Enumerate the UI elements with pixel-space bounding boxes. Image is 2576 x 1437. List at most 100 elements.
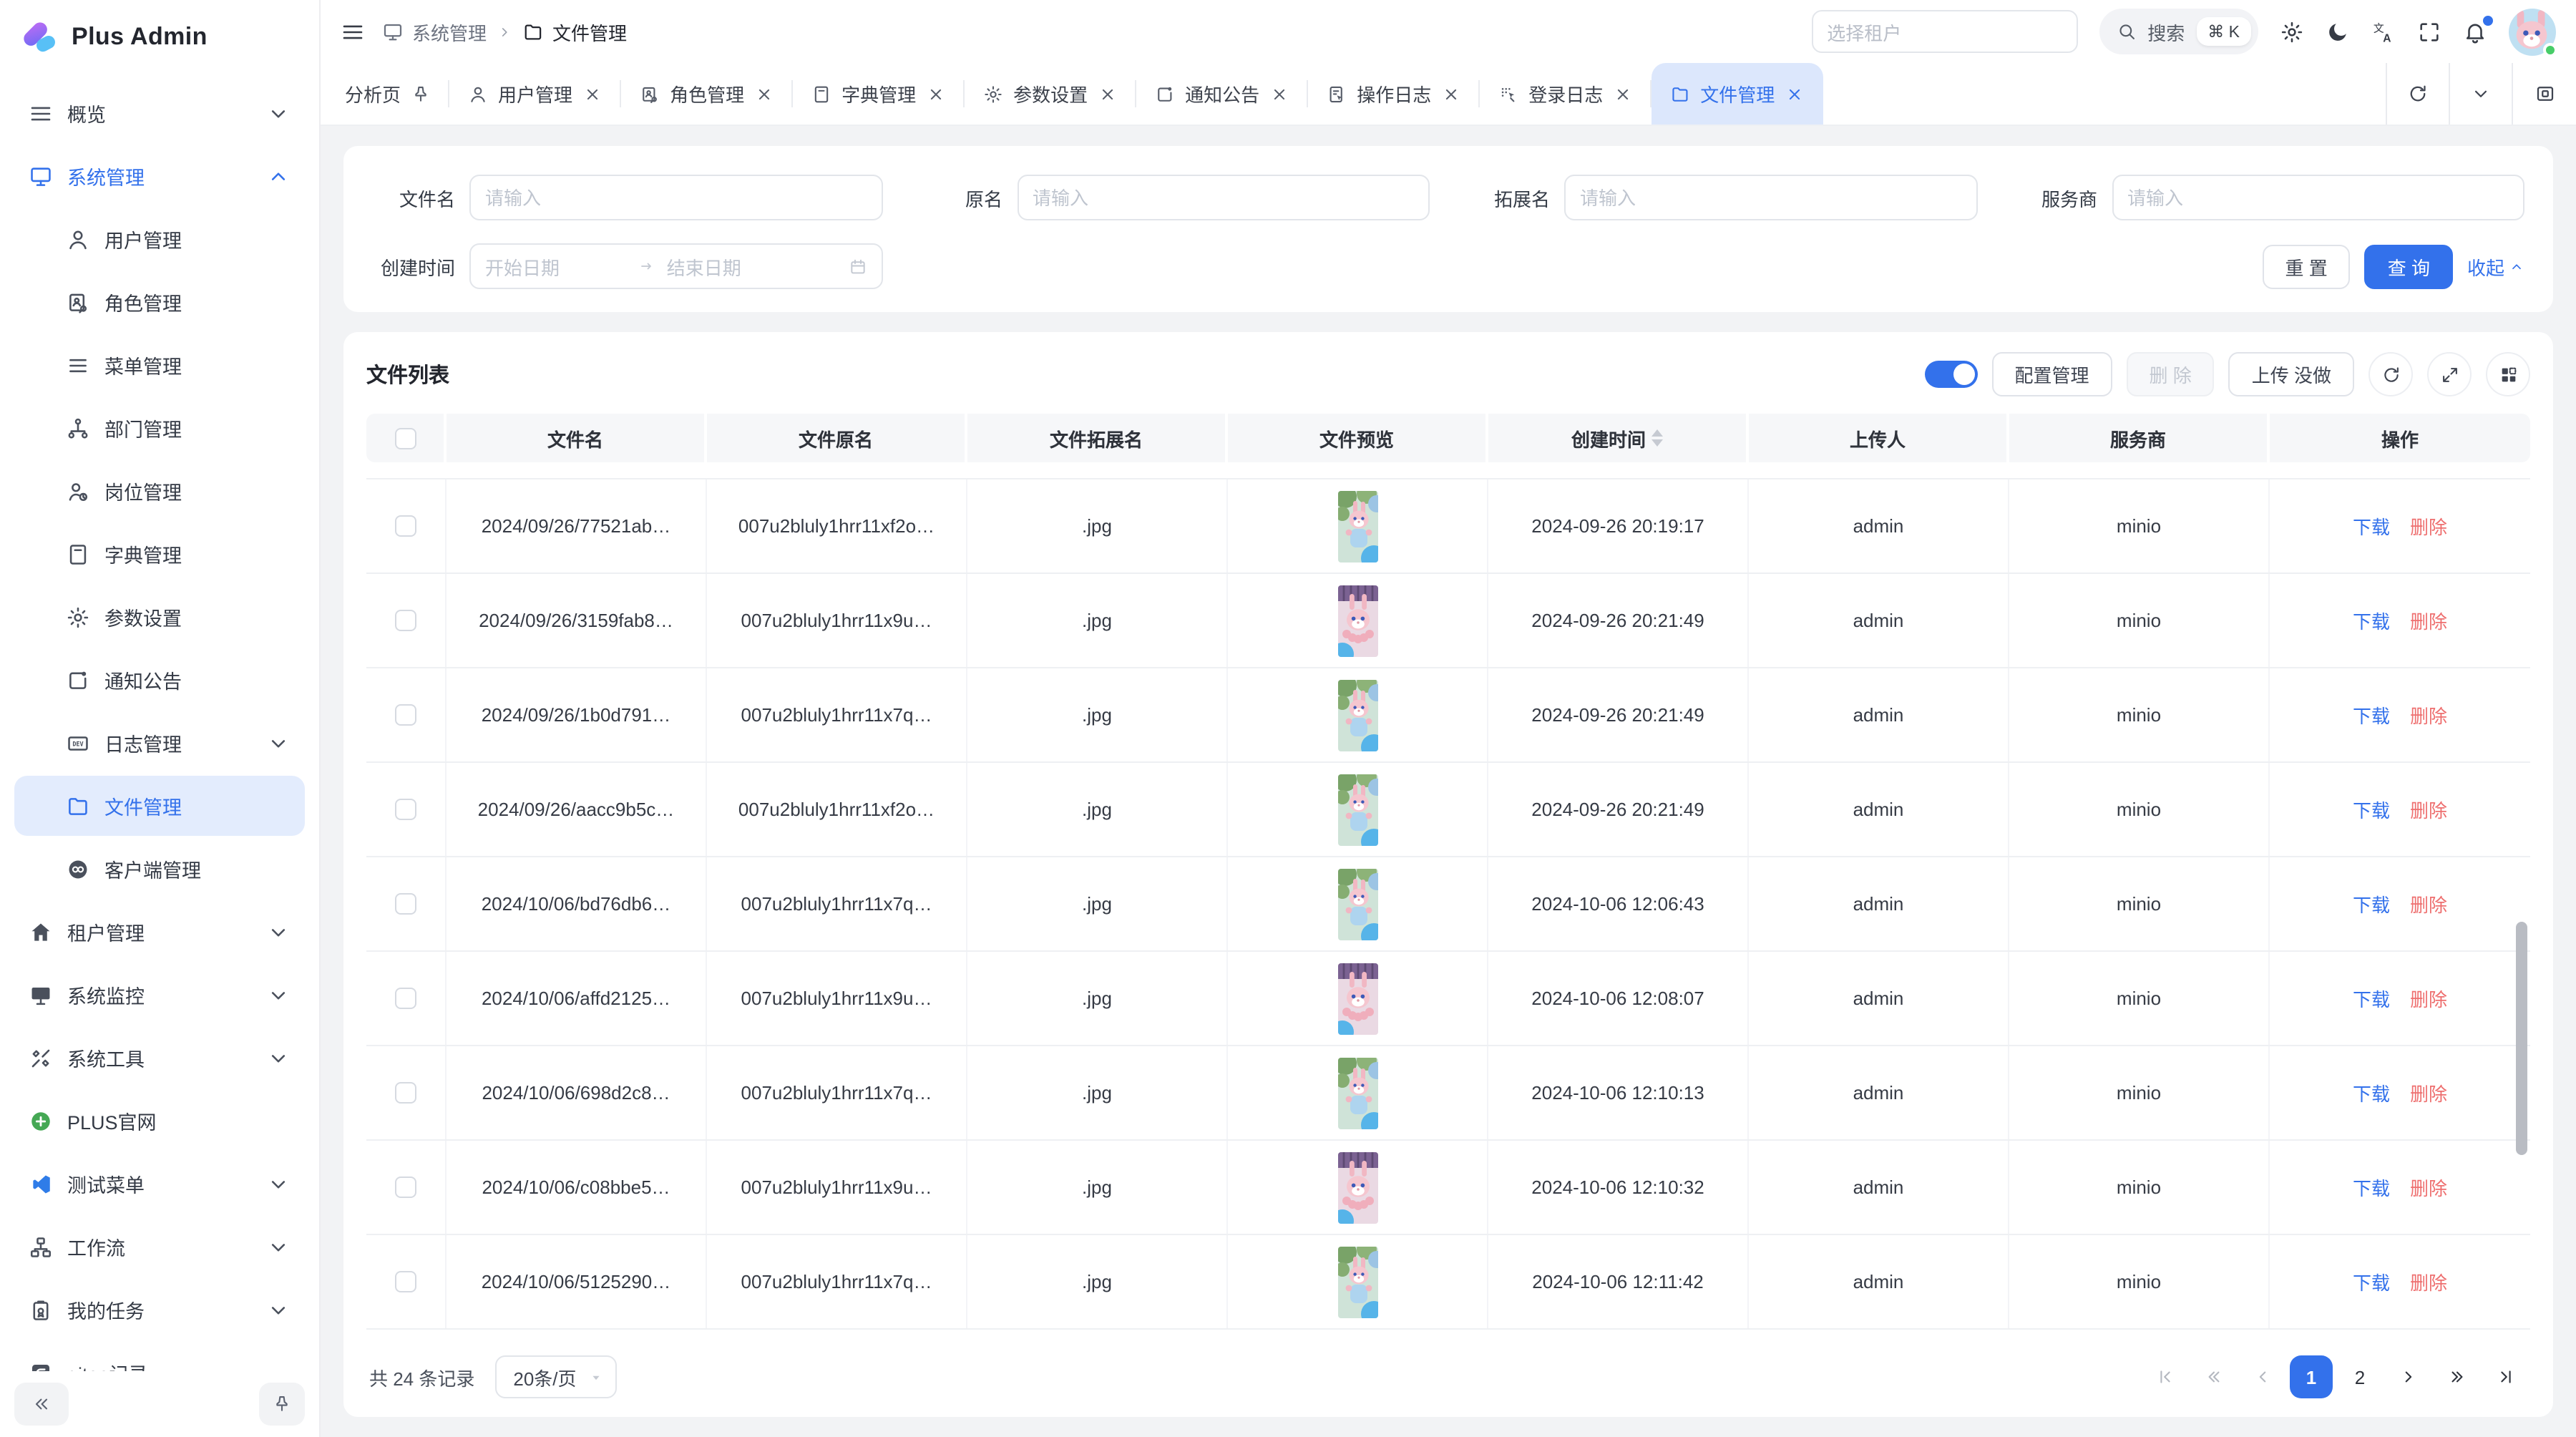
delete-link[interactable]: 删除 xyxy=(2410,1174,2447,1201)
sidebar-item-notice[interactable]: 通知公告 xyxy=(14,650,305,710)
row-checkbox[interactable] xyxy=(395,1082,416,1104)
sidebar-item-test-menu[interactable]: 测试菜单 xyxy=(14,1154,305,1214)
row-checkbox[interactable] xyxy=(395,515,416,537)
breadcrumb-item-file-management[interactable]: 文件管理 xyxy=(522,18,627,45)
preview-cell[interactable] xyxy=(1228,479,1488,573)
sidebar-item-menu[interactable]: 菜单管理 xyxy=(14,335,305,395)
sidebar-item-system[interactable]: 系统管理 xyxy=(14,146,305,206)
menu-toggle-button[interactable] xyxy=(341,19,365,44)
tab-list-button[interactable] xyxy=(2450,63,2513,125)
page-number-1[interactable]: 1 xyxy=(2290,1355,2333,1398)
settings-button[interactable] xyxy=(2280,19,2304,44)
sidebar-collapse-button[interactable] xyxy=(14,1383,69,1426)
delete-link[interactable]: 删除 xyxy=(2410,701,2447,729)
download-link[interactable]: 下载 xyxy=(2353,701,2390,729)
table-scrollbar[interactable] xyxy=(2516,922,2527,1155)
sidebar-item-role[interactable]: 角色管理 xyxy=(14,272,305,332)
delete-button[interactable]: 删 除 xyxy=(2127,352,2215,396)
sort-control[interactable] xyxy=(1652,429,1663,447)
next-jump-button[interactable] xyxy=(2436,1355,2479,1398)
tab-role[interactable]: 角色管理 xyxy=(621,63,793,125)
tab-close[interactable] xyxy=(926,84,946,104)
column-settings-button[interactable] xyxy=(2486,352,2530,396)
fullscreen-button[interactable] xyxy=(2417,19,2441,44)
sidebar-item-file[interactable]: 文件管理 xyxy=(14,776,305,836)
delete-link[interactable]: 删除 xyxy=(2410,1268,2447,1295)
dark-mode-button[interactable] xyxy=(2326,19,2350,44)
row-checkbox[interactable] xyxy=(395,610,416,631)
sidebar-item-tenant[interactable]: 租户管理 xyxy=(14,902,305,962)
download-link[interactable]: 下载 xyxy=(2353,1174,2390,1201)
delete-link[interactable]: 删除 xyxy=(2410,607,2447,634)
translate-button[interactable]: 文A xyxy=(2371,19,2396,44)
search-button[interactable]: 查 询 xyxy=(2365,244,2453,288)
tab-close[interactable] xyxy=(1613,84,1633,104)
table-refresh-button[interactable] xyxy=(2368,352,2413,396)
collapse-link[interactable]: 收起 xyxy=(2467,253,2524,280)
config-toggle[interactable] xyxy=(1924,361,1977,388)
page-number-2[interactable]: 2 xyxy=(2338,1355,2381,1398)
tab-close[interactable] xyxy=(1441,84,1461,104)
row-checkbox[interactable] xyxy=(395,988,416,1009)
config-manage-button[interactable]: 配置管理 xyxy=(1991,352,2112,396)
prev-page-button[interactable] xyxy=(2241,1355,2284,1398)
sidebar-item-dict[interactable]: 字典管理 xyxy=(14,524,305,584)
download-link[interactable]: 下载 xyxy=(2353,1079,2390,1106)
tab-close[interactable] xyxy=(1098,84,1118,104)
page-size-select[interactable]: 20条/页 xyxy=(494,1355,616,1398)
preview-cell[interactable] xyxy=(1228,1046,1488,1139)
download-link[interactable]: 下载 xyxy=(2353,890,2390,917)
sidebar-item-user[interactable]: 用户管理 xyxy=(14,209,305,269)
next-page-button[interactable] xyxy=(2387,1355,2430,1398)
sidebar-item-param[interactable]: 参数设置 xyxy=(14,587,305,647)
first-page-button[interactable] xyxy=(2144,1355,2187,1398)
notifications-button[interactable] xyxy=(2463,19,2487,44)
column-header[interactable]: 创建时间 xyxy=(1488,414,1749,462)
tab-close[interactable] xyxy=(1785,84,1805,104)
row-checkbox[interactable] xyxy=(395,799,416,820)
last-page-button[interactable] xyxy=(2484,1355,2527,1398)
user-avatar[interactable] xyxy=(2509,8,2556,55)
tab-operlog[interactable]: 操作日志 xyxy=(1308,63,1480,125)
tab-refresh-button[interactable] xyxy=(2387,63,2450,125)
tab-close[interactable] xyxy=(754,84,774,104)
download-link[interactable]: 下载 xyxy=(2353,1268,2390,1295)
download-link[interactable]: 下载 xyxy=(2353,607,2390,634)
delete-link[interactable]: 删除 xyxy=(2410,512,2447,540)
tab-pin[interactable] xyxy=(411,82,431,104)
sidebar-item-sys-tools[interactable]: 系统工具 xyxy=(14,1028,305,1088)
preview-cell[interactable] xyxy=(1228,857,1488,950)
row-checkbox[interactable] xyxy=(395,1271,416,1292)
sidebar-pin-button[interactable] xyxy=(259,1383,305,1426)
download-link[interactable]: 下载 xyxy=(2353,796,2390,823)
app-logo[interactable]: Plus Admin xyxy=(0,0,319,74)
tab-loginlog[interactable]: 登录日志 xyxy=(1480,63,1652,125)
row-checkbox[interactable] xyxy=(395,893,416,915)
preview-cell[interactable] xyxy=(1228,574,1488,667)
sidebar-item-client[interactable]: 客户端管理 xyxy=(14,839,305,899)
tab-close[interactable] xyxy=(582,84,602,104)
prev-jump-button[interactable] xyxy=(2192,1355,2235,1398)
sidebar-item-dept[interactable]: 部门管理 xyxy=(14,398,305,458)
preview-cell[interactable] xyxy=(1228,763,1488,856)
download-link[interactable]: 下载 xyxy=(2353,985,2390,1012)
delete-link[interactable]: 删除 xyxy=(2410,985,2447,1012)
tab-fullscreen-button[interactable] xyxy=(2513,63,2576,125)
delete-link[interactable]: 删除 xyxy=(2410,1079,2447,1106)
select-all-checkbox[interactable] xyxy=(394,427,416,449)
tenant-select[interactable]: 选择租户 xyxy=(1811,10,2077,53)
preview-cell[interactable] xyxy=(1228,668,1488,761)
tab-param[interactable]: 参数设置 xyxy=(965,63,1136,125)
sidebar-item-my-tasks[interactable]: 我的任务 xyxy=(14,1280,305,1340)
sidebar-item-sys-monitor[interactable]: 系统监控 xyxy=(14,965,305,1025)
reset-button[interactable]: 重 置 xyxy=(2262,244,2350,288)
provider-input[interactable] xyxy=(2112,175,2524,220)
delete-link[interactable]: 删除 xyxy=(2410,890,2447,917)
sidebar-item-workflow[interactable]: 工作流 xyxy=(14,1217,305,1277)
date-range-input[interactable]: 开始日期 结束日期 xyxy=(469,243,882,289)
sidebar-item-log[interactable]: DEV日志管理 xyxy=(14,713,305,773)
extension-input[interactable] xyxy=(1564,175,1977,220)
file-name-input[interactable] xyxy=(469,175,882,220)
table-fullscreen-button[interactable] xyxy=(2427,352,2472,396)
original-name-input[interactable] xyxy=(1017,175,1430,220)
